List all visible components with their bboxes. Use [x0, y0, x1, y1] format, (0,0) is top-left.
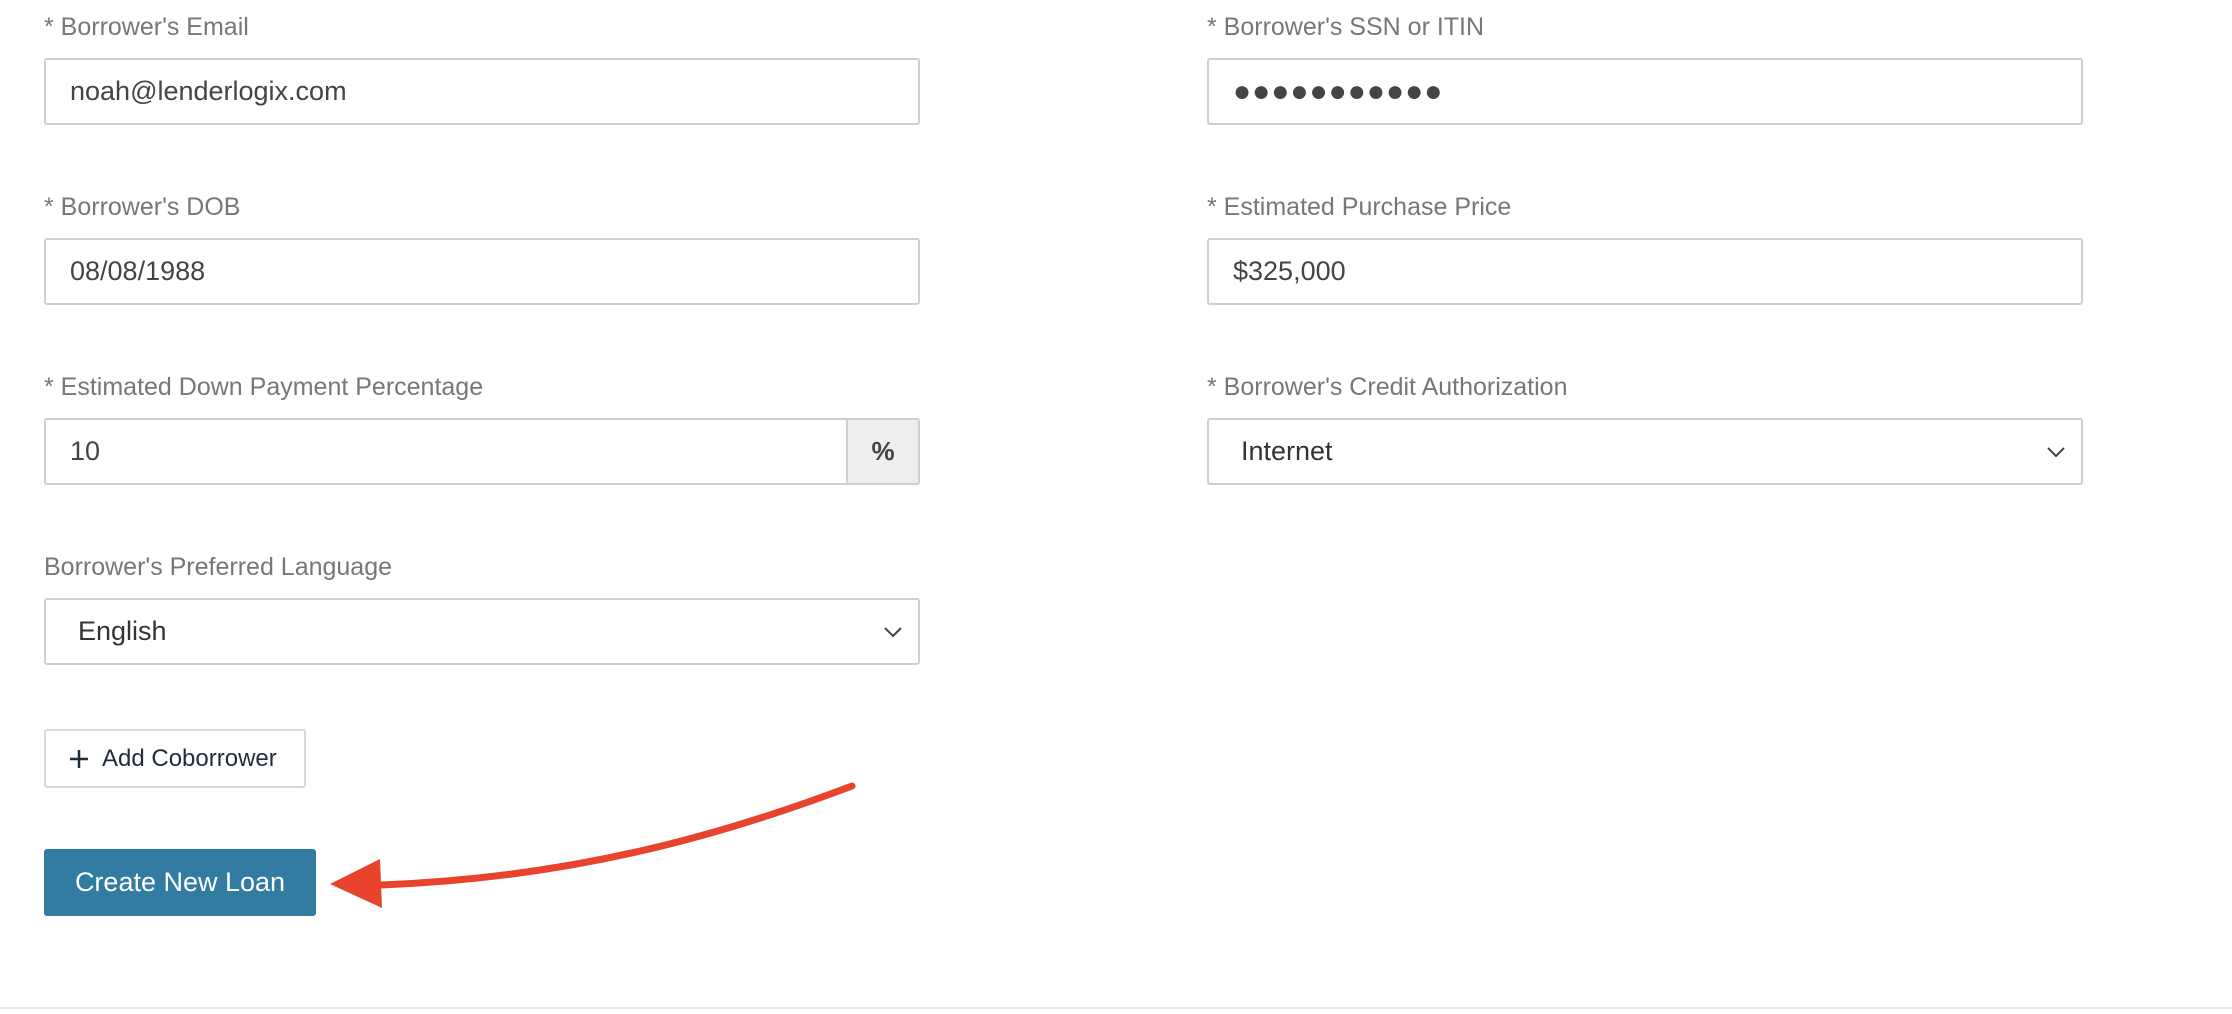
create-new-loan-button[interactable]: Create New Loan [44, 849, 316, 916]
language-label: Borrower's Preferred Language [44, 553, 393, 581]
down-payment-label: * Estimated Down Payment Percentage [44, 373, 484, 401]
language-select[interactable]: English [44, 598, 920, 665]
chevron-down-icon [882, 621, 904, 643]
ssn-input-box [1207, 58, 2083, 125]
loan-form-page: * Borrower's Email * Borrower's SSN or I… [0, 0, 2232, 1014]
add-coborrower-button[interactable]: Add Coborrower [44, 729, 306, 788]
ssn-label: * Borrower's SSN or ITIN [1207, 13, 1485, 41]
annotation-arrow-icon [330, 782, 856, 908]
language-selected-value: English [78, 616, 167, 646]
email-input[interactable] [46, 60, 918, 123]
add-coborrower-label: Add Coborrower [102, 744, 277, 772]
dob-label: * Borrower's DOB [44, 193, 241, 221]
plus-icon [68, 748, 90, 770]
purchase-price-input[interactable] [1209, 240, 2081, 303]
percent-addon: % [846, 418, 920, 485]
credit-auth-label: * Borrower's Credit Authorization [1207, 373, 1568, 401]
down-payment-input-box [44, 418, 846, 485]
purchase-price-input-box [1207, 238, 2083, 305]
dob-input[interactable] [46, 240, 918, 303]
purchase-price-label: * Estimated Purchase Price [1207, 193, 1512, 221]
down-payment-input-group: % [44, 418, 920, 485]
bottom-divider [0, 1007, 2232, 1009]
ssn-input[interactable] [1209, 60, 2081, 123]
email-label: * Borrower's Email [44, 13, 249, 41]
down-payment-input[interactable] [46, 420, 846, 483]
dob-input-box [44, 238, 920, 305]
credit-auth-select[interactable]: Internet [1207, 418, 2083, 485]
credit-auth-selected-value: Internet [1241, 436, 1333, 466]
email-input-box [44, 58, 920, 125]
chevron-down-icon [2045, 441, 2067, 463]
